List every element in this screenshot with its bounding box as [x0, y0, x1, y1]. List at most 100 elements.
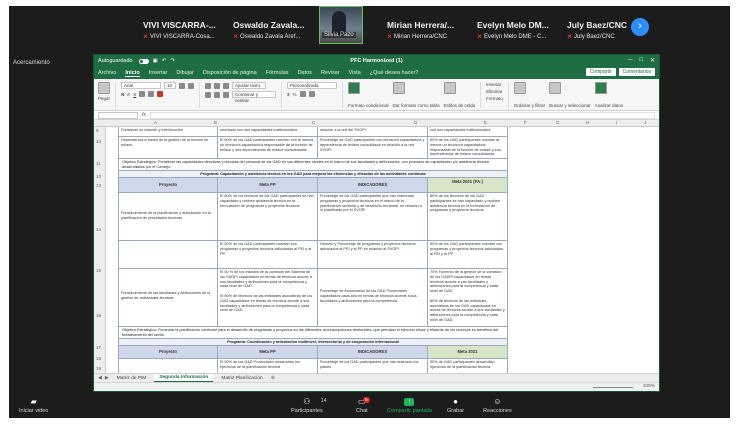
align-top-icon[interactable] [205, 82, 212, 89]
cell[interactable]: orientado con sus capacidades institucio… [218, 127, 318, 136]
close-icon[interactable]: ✕ [650, 57, 655, 64]
cond-format-button[interactable]: Formato condicional [348, 82, 389, 108]
program-row[interactable]: Programa: Capacitación y asistencia técn… [118, 171, 508, 178]
column-header[interactable]: A [154, 120, 157, 125]
program-row[interactable]: Programa: Coordinación y articulación mu… [118, 339, 508, 346]
menu-item[interactable]: Dibujar [176, 70, 193, 76]
start-video-button[interactable]: ▰ Iniciar video [19, 398, 48, 415]
column-title[interactable]: Meta 2021 [428, 346, 508, 358]
number-format-select[interactable]: Personalizada [287, 82, 338, 89]
column-header[interactable]: D [414, 120, 417, 125]
menu-item[interactable]: Archivo [98, 70, 116, 76]
tab-next-icon[interactable]: ▶ [105, 375, 109, 381]
align-right-icon[interactable] [223, 91, 230, 98]
shrink-font-icon[interactable] [188, 82, 195, 89]
formula-input[interactable] [149, 111, 655, 119]
sheet-tab[interactable]: Matriz de PIM [112, 375, 152, 382]
maximize-icon[interactable]: □ [639, 57, 643, 64]
merge-center-button[interactable]: Combinar y centrar [232, 91, 277, 103]
participant-video-tile[interactable]: Silvia Pazo [319, 6, 363, 44]
menu-item[interactable]: Insertar [149, 70, 168, 76]
tab-prev-icon[interactable]: ◀ [98, 375, 102, 381]
record-button[interactable]: ● Grabar [447, 398, 464, 415]
column-header[interactable]: B [214, 120, 217, 125]
spreadsheet-grid[interactable]: A B C D E F G H I J 9 10 11 12 13 14 15 … [94, 120, 659, 380]
participants-button[interactable]: ⚇ Participantes 14 [291, 398, 327, 415]
column-title[interactable]: Meta PP [218, 178, 318, 192]
column-header[interactable]: H [586, 120, 589, 125]
cell[interactable]: 70% Fomento de la gestión de la comisión… [428, 269, 508, 326]
percent-icon[interactable]: % [293, 92, 297, 97]
cell[interactable]: Fortalecimiento de la planificación y ar… [118, 193, 218, 240]
cell[interactable]: Fortalecer su relación y interlocución [118, 127, 218, 136]
cell[interactable]: Porcentaje de GAD participantes con técn… [318, 137, 428, 158]
column-title[interactable]: Proyecto [118, 346, 218, 358]
row-header[interactable]: 17 [96, 345, 101, 350]
borders-icon[interactable] [139, 91, 146, 97]
paste-icon[interactable] [98, 82, 110, 94]
cell[interactable]: 50% de los GAD participantes cuentan con… [428, 241, 508, 268]
share-screen-button[interactable]: ↑ Compartir pantalla [387, 398, 432, 414]
row-header[interactable]: 13 [96, 183, 101, 188]
zoom-level[interactable]: 100% [643, 384, 655, 389]
cell[interactable]: relación a la red del SVGPI [318, 127, 428, 136]
row-header[interactable]: 11 [96, 161, 101, 166]
row-header[interactable]: 18 [96, 356, 101, 361]
row-header[interactable]: 10 [96, 139, 101, 144]
analyze-data-button[interactable]: Analizar datos [594, 82, 623, 108]
participant-tile[interactable]: Mirian Herrera/... ⨯ Mirian Herrera/CNC [381, 8, 467, 42]
sheet-tab[interactable]: Matriz Planificación [216, 375, 267, 382]
cell[interactable]: Fortalecimiento de las facultades y atri… [118, 269, 218, 326]
menu-item[interactable]: Datos [298, 70, 312, 76]
menu-item[interactable]: Revisar [321, 70, 340, 76]
row-header[interactable]: 9 [96, 128, 99, 133]
italic-icon[interactable]: K [127, 92, 130, 97]
column-title[interactable]: INDICADORES [318, 346, 428, 358]
currency-icon[interactable]: $ [287, 92, 290, 97]
reactions-button[interactable]: ☺ Reacciones [483, 398, 512, 415]
column-title[interactable]: Proyecto [118, 178, 218, 192]
menu-item[interactable]: Fórmulas [266, 70, 289, 76]
cell[interactable]: Porcentaje de funcionarios de los GAD Pr… [318, 269, 428, 326]
column-header[interactable]: G [556, 120, 560, 125]
underline-icon[interactable]: S [133, 92, 136, 97]
format-button[interactable]: Formato [486, 96, 503, 101]
arrow-right-icon[interactable]: › [631, 18, 649, 36]
minimize-icon[interactable]: ─ [628, 57, 632, 64]
align-middle-icon[interactable] [214, 82, 221, 89]
bold-icon[interactable]: N [121, 92, 124, 97]
align-left-icon[interactable] [205, 91, 212, 98]
table-format-button[interactable]: Dar formato como tabla [392, 82, 440, 108]
fill-color-icon[interactable] [148, 91, 155, 97]
wrap-text-button[interactable]: Ajustar texto [232, 82, 267, 89]
grow-font-icon[interactable] [179, 82, 186, 89]
sheet-tab-active[interactable]: Segunda Información [154, 374, 214, 382]
column-title[interactable]: Meta PP [218, 346, 318, 358]
font-color-icon[interactable] [157, 91, 164, 97]
cell[interactable]: Número y Porcentaje de programas y proye… [318, 241, 428, 268]
column-header[interactable]: E [484, 120, 487, 125]
decimal-icon[interactable] [308, 91, 315, 97]
participant-tile[interactable]: VIVI VISCARRA-... ⨯ VIVI VISCARRA-Cosa... [137, 8, 227, 42]
cell[interactable]: Dependencia a través de la gestión de la… [118, 137, 218, 158]
font-name-select[interactable]: Arial [121, 82, 162, 89]
cell[interactable]: El 60% de los GAD participantes cuentan … [218, 137, 318, 158]
column-header[interactable]: J [644, 120, 646, 125]
row-header[interactable]: 19 [96, 366, 101, 371]
cell[interactable]: con sus capacidades institucionales [428, 127, 508, 136]
cell-styles-button[interactable]: Estilos de celda [443, 82, 475, 108]
add-sheet-icon[interactable]: ⊕ [271, 375, 275, 381]
cell[interactable]: El 50 % de los estados de la comisión de… [218, 269, 318, 326]
comments-button[interactable]: Comentarios [618, 68, 655, 76]
align-center-icon[interactable] [214, 91, 221, 98]
font-size-select[interactable]: 10 [164, 82, 177, 89]
participant-tile[interactable]: July Baez/CNC ⨯ July Baez/CNC [561, 8, 627, 42]
column-title[interactable]: INDICADORES [318, 178, 428, 192]
column-header[interactable]: F [524, 120, 527, 125]
share-button[interactable]: Compartir [585, 68, 616, 76]
tell-me-search[interactable]: ¿Qué desea hacer? [370, 70, 419, 76]
row-header[interactable]: 12 [96, 174, 101, 179]
delete-button[interactable]: Eliminar [486, 89, 503, 94]
insert-button[interactable]: Insertar [486, 82, 503, 87]
row-header[interactable]: 16 [96, 313, 101, 318]
